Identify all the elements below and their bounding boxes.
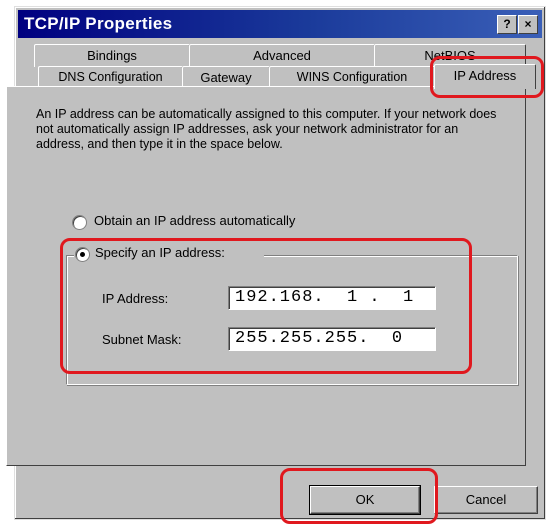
tab-ip-address[interactable]: IP Address bbox=[434, 64, 536, 89]
close-button[interactable]: × bbox=[518, 15, 538, 34]
specify-ip-radio-button[interactable] bbox=[75, 247, 90, 262]
tab-bindings[interactable]: Bindings bbox=[34, 44, 190, 67]
specify-ip-groupbox bbox=[66, 255, 518, 385]
window-title: TCP/IP Properties bbox=[24, 14, 173, 33]
obtain-automatically-radio[interactable] bbox=[72, 215, 87, 230]
cancel-button[interactable]: Cancel bbox=[434, 486, 538, 514]
description-text: An IP address can be automatically assig… bbox=[36, 107, 497, 151]
tab-advanced[interactable]: Advanced bbox=[189, 44, 375, 67]
ip-address-input[interactable]: 192.168. 1 . 1 bbox=[228, 286, 436, 310]
ok-button[interactable]: OK bbox=[309, 485, 421, 515]
ip-address-label: IP Address: bbox=[102, 291, 169, 306]
title-bar[interactable]: TCP/IP Properties ? × bbox=[18, 10, 542, 38]
subnet-mask-label: Subnet Mask: bbox=[102, 332, 182, 347]
obtain-automatically-label[interactable]: Obtain an IP address automatically bbox=[94, 213, 295, 228]
subnet-mask-input[interactable]: 255.255.255. 0 bbox=[228, 327, 436, 351]
specify-ip-option-label[interactable]: Specify an IP address: bbox=[95, 245, 225, 260]
groupbox-label-background: Specify an IP address: bbox=[74, 245, 264, 263]
help-button[interactable]: ? bbox=[497, 15, 517, 34]
